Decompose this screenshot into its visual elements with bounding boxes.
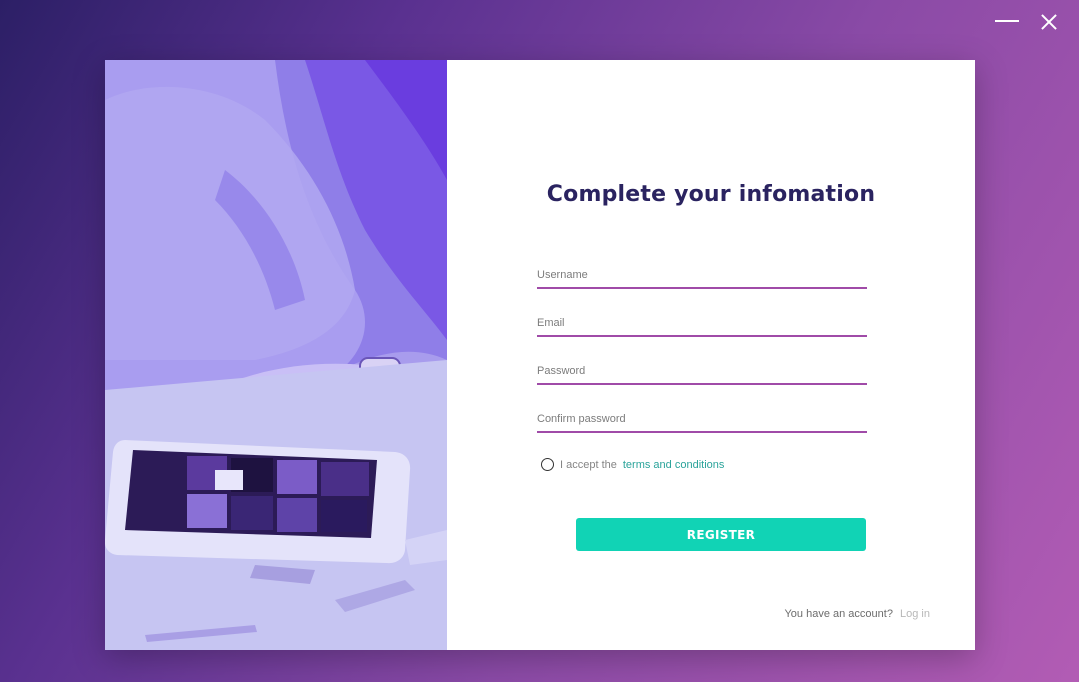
hero-image (105, 60, 447, 650)
hero-illustration (105, 60, 447, 650)
terms-link[interactable]: terms and conditions (623, 459, 725, 471)
registration-card: Complete your infomation I accept the te… (105, 60, 975, 650)
form-panel: Complete your infomation I accept the te… (447, 60, 975, 650)
password-input[interactable] (537, 359, 867, 385)
confirm-password-field-wrapper (537, 407, 867, 433)
close-icon[interactable] (1037, 10, 1061, 34)
login-prompt: You have an account? Log in (784, 608, 930, 620)
email-input[interactable] (537, 311, 867, 337)
window-controls (995, 10, 1061, 34)
page-title: Complete your infomation (546, 182, 876, 207)
register-button[interactable]: REGISTER (576, 518, 866, 551)
terms-prefix: I accept the (560, 458, 617, 471)
username-field-wrapper (537, 263, 867, 289)
confirm-password-input[interactable] (537, 407, 867, 433)
minimize-icon[interactable] (995, 10, 1019, 34)
email-field-wrapper (537, 311, 867, 337)
login-link[interactable]: Log in (900, 608, 930, 620)
password-field-wrapper (537, 359, 867, 385)
terms-checkbox[interactable] (541, 458, 554, 471)
account-prompt-text: You have an account? (784, 608, 893, 620)
username-input[interactable] (537, 263, 867, 289)
terms-row: I accept the terms and conditions (541, 458, 724, 471)
